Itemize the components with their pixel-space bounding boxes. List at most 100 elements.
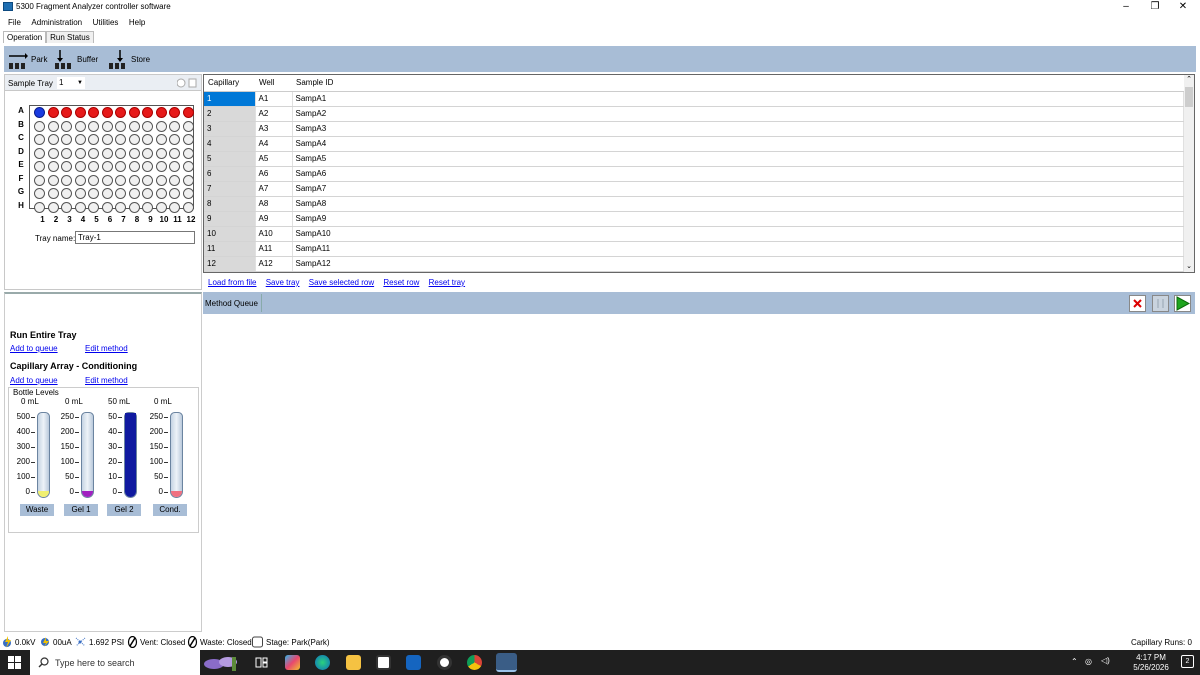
notifications-badge[interactable]: 2 [1181, 655, 1194, 668]
well-E8[interactable] [128, 161, 140, 172]
well-E2[interactable] [47, 161, 59, 172]
well-F4[interactable] [74, 174, 86, 186]
load-from-file-link[interactable]: Load from file [208, 278, 256, 287]
well-C8[interactable] [128, 134, 140, 145]
capillary-cell[interactable]: 1 [204, 91, 256, 107]
well-B5[interactable] [88, 120, 99, 132]
col-header-well[interactable]: Well [255, 75, 292, 92]
well-C6[interactable] [101, 134, 113, 145]
well-D3[interactable] [61, 147, 72, 159]
well-B10[interactable] [155, 120, 167, 132]
well-H1[interactable] [34, 201, 45, 213]
capillary-cell[interactable]: 10 [204, 226, 256, 242]
well-cell[interactable]: A4 [255, 136, 293, 152]
col-header-sample-id[interactable]: Sample ID [292, 75, 1184, 92]
well-D5[interactable] [88, 147, 99, 159]
well-F5[interactable] [88, 174, 99, 186]
windows-start-icon[interactable] [8, 656, 21, 669]
table-row[interactable]: 8 A8 SampA8 [204, 196, 1184, 212]
table-row[interactable]: 12 A12 SampA12 [204, 256, 1184, 272]
well-E6[interactable] [101, 161, 113, 172]
well-H2[interactable] [47, 201, 59, 213]
table-row[interactable]: 1 A1 SampA1 [204, 91, 1184, 107]
copilot-icon[interactable] [285, 655, 300, 670]
park-button[interactable]: Park [8, 48, 56, 70]
well-E10[interactable] [155, 161, 167, 172]
well-D6[interactable] [101, 147, 113, 159]
well-cell[interactable]: A8 [255, 196, 293, 212]
well-D7[interactable] [115, 147, 126, 159]
well-F9[interactable] [142, 174, 153, 186]
well-G2[interactable] [47, 188, 59, 199]
sample-id-cell[interactable]: SampA11 [292, 241, 1184, 257]
well-H8[interactable] [128, 201, 140, 213]
well-A3[interactable] [61, 107, 72, 118]
well-E12[interactable] [182, 161, 194, 172]
well-E4[interactable] [74, 161, 86, 172]
col-header-capillary[interactable]: Capillary [204, 75, 255, 92]
well-H12[interactable] [182, 201, 194, 213]
well-D8[interactable] [128, 147, 140, 159]
tab-run-status[interactable]: Run Status [46, 31, 94, 43]
capillary-cell[interactable]: 2 [204, 106, 256, 122]
capillary-cell[interactable]: 6 [204, 166, 256, 182]
well-G7[interactable] [115, 188, 126, 199]
well-G11[interactable] [169, 188, 180, 199]
well-C11[interactable] [169, 134, 180, 145]
capillary-cell[interactable]: 4 [204, 136, 256, 152]
store-button[interactable]: Store [108, 48, 158, 70]
well-G5[interactable] [88, 188, 99, 199]
well-E5[interactable] [88, 161, 99, 172]
capillary-cell[interactable]: 7 [204, 181, 256, 197]
well-B3[interactable] [61, 120, 72, 132]
clock-date[interactable]: 5/26/2026 [1131, 663, 1171, 672]
conditioning-add-to-queue-link[interactable]: Add to queue [10, 376, 58, 385]
conditioning-edit-method-link[interactable]: Edit method [85, 376, 128, 385]
well-F8[interactable] [128, 174, 140, 186]
pause-button[interactable] [1152, 295, 1169, 312]
sample-id-cell[interactable]: SampA4 [292, 136, 1184, 152]
table-row[interactable]: 5 A5 SampA5 [204, 151, 1184, 167]
scroll-thumb[interactable] [1185, 87, 1193, 107]
well-A12[interactable] [182, 107, 194, 118]
table-row[interactable]: 11 A11 SampA11 [204, 241, 1184, 257]
well-C4[interactable] [74, 134, 86, 145]
well-E1[interactable] [34, 161, 45, 172]
close-button[interactable]: ✕ [1170, 0, 1196, 14]
well-B9[interactable] [142, 120, 153, 132]
well-B2[interactable] [47, 120, 59, 132]
sample-id-cell[interactable]: SampA5 [292, 151, 1184, 167]
sample-id-cell[interactable]: SampA3 [292, 121, 1184, 137]
table-row[interactable]: 6 A6 SampA6 [204, 166, 1184, 182]
well-A5[interactable] [88, 107, 99, 118]
well-G10[interactable] [155, 188, 167, 199]
well-F10[interactable] [155, 174, 167, 186]
capillary-cell[interactable]: 8 [204, 196, 256, 212]
start-run-button[interactable] [1174, 295, 1191, 312]
well-A4[interactable] [74, 107, 86, 118]
capillary-cell[interactable]: 5 [204, 151, 256, 167]
capillary-cell[interactable]: 3 [204, 121, 256, 137]
well-B6[interactable] [101, 120, 113, 132]
well-H10[interactable] [155, 201, 167, 213]
well-F6[interactable] [101, 174, 113, 186]
well-D12[interactable] [182, 147, 194, 159]
well-G1[interactable] [34, 188, 45, 199]
table-scrollbar[interactable]: ⌃ ⌄ [1184, 75, 1194, 272]
capillary-cell[interactable]: 11 [204, 241, 256, 257]
volume-icon[interactable]: ◁) [1101, 656, 1110, 665]
sample-id-cell[interactable]: SampA7 [292, 181, 1184, 197]
well-G12[interactable] [182, 188, 194, 199]
well-H7[interactable] [115, 201, 126, 213]
well-D2[interactable] [47, 147, 59, 159]
menu-utilities[interactable]: Utilities [93, 16, 119, 29]
well-F12[interactable] [182, 174, 194, 186]
well-C2[interactable] [47, 134, 59, 145]
well-A2[interactable] [47, 107, 59, 118]
well-cell[interactable]: A6 [255, 166, 293, 182]
well-H9[interactable] [142, 201, 153, 213]
well-E9[interactable] [142, 161, 153, 172]
well-cell[interactable]: A9 [255, 211, 293, 227]
save-tray-link[interactable]: Save tray [266, 278, 300, 287]
well-H4[interactable] [74, 201, 86, 213]
